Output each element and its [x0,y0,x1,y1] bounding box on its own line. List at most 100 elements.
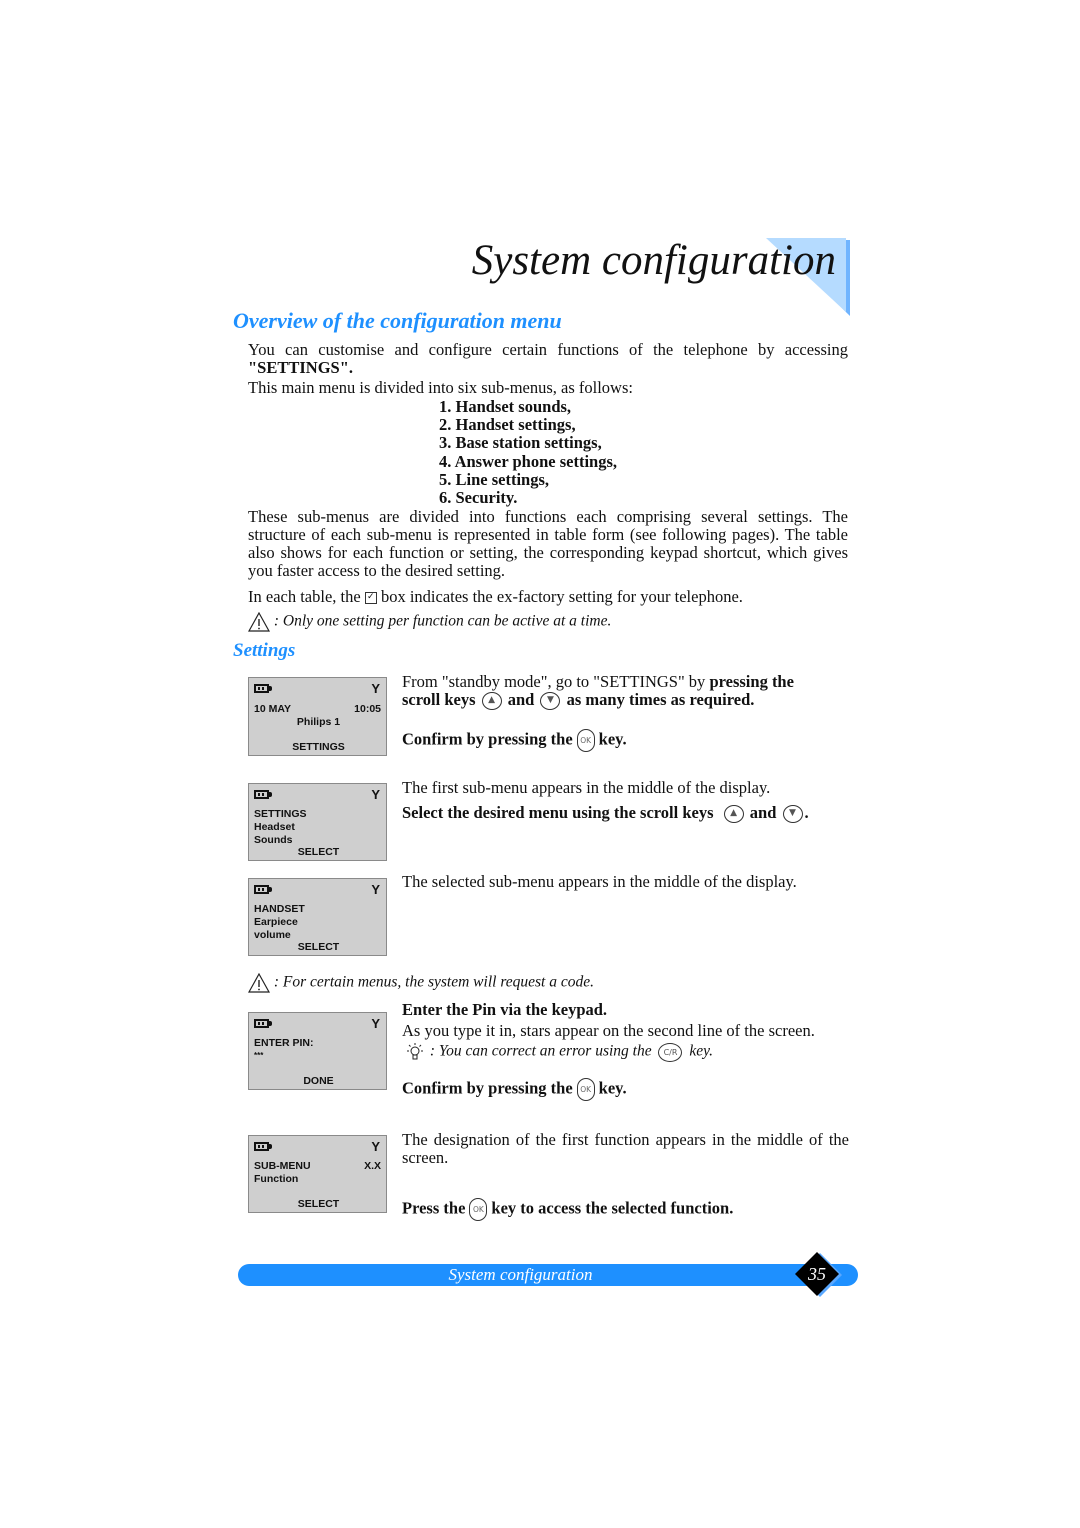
intro-paragraph: You can customise and configure certain … [248,341,848,377]
lcd-line-right: X.X [364,1160,381,1172]
lcd-enter-pin-screen: Y ENTER PIN: *** DONE [248,1012,387,1090]
lcd-pin-stars: *** [254,1051,264,1060]
step-text: Confirm by pressing the [402,1078,573,1098]
submenu-list: 1. Handset sounds, 2. Handset settings, … [439,397,618,508]
antenna-icon: Y [371,1139,380,1154]
battery-tip [269,792,272,797]
step-function-designation: The designation of the first function ap… [402,1130,849,1167]
note-code-text: : For certain menus, the system will req… [273,973,595,991]
lcd-softkey: SETTINGS [292,741,345,753]
lcd-standby-screen: Y 10 MAY 10:05 Philips 1 SETTINGS [248,677,387,756]
checked-box-icon: ✓ [364,592,377,605]
step-text: Select the desired menu using the scroll… [402,803,714,822]
step-text: key to access the selected function. [491,1198,734,1218]
battery-icon [254,684,269,693]
lcd-line: ENTER PIN: [254,1037,314,1049]
step-selected-submenu: The selected sub-menu appears in the mid… [402,872,797,891]
lcd-line: HANDSET [254,903,305,915]
step-text: Confirm by pressing the [402,729,573,749]
tip-text: : You can correct an error using the [429,1042,652,1060]
scroll-up-key-icon: ▲ [723,805,744,824]
pin-text: As you type it in, stars appear on the s… [402,1021,815,1040]
ok-key-icon: OK [576,1078,595,1101]
step-text: . [804,803,809,822]
step-text: as many times as required. [566,690,755,709]
lcd-handset-name: Philips 1 [296,716,341,728]
submenu-item: 6. Security. [439,488,518,508]
section-heading: Overview of the configuration menu [233,308,562,333]
scroll-up-key-icon: ▲ [481,692,502,711]
settings-heading: Settings [233,640,296,661]
battery-tip [269,887,272,892]
step-text: key. [598,729,627,749]
step-confirm-2: Confirm by pressing the OK key. [402,1078,852,1101]
submenu-item: 4. Answer phone settings, [439,451,618,471]
lcd-softkey: DONE [303,1075,334,1087]
step-text-bold: pressing the [709,672,794,691]
clear-key-icon: C/R [658,1042,683,1062]
lcd-time: 10:05 [354,703,381,715]
scroll-down-key-icon: ▼ [782,805,803,824]
checkbox-text-after: box indicates the ex-factory setting for… [380,587,743,606]
step-text: and [507,690,535,709]
lcd-line: SUB-MENU [254,1160,311,1172]
step-standby: From "standby mode", go to "SETTINGS" by… [402,673,852,691]
antenna-icon: Y [371,882,380,897]
intro-line-2: This main menu is divided into six sub-m… [248,378,633,397]
scroll-down-key-icon: ▼ [540,692,561,711]
submenu-item: 2. Handset settings, [439,415,576,435]
step-select-menu: Select the desired menu using the scroll… [402,803,857,824]
warning-icon [248,612,270,632]
lcd-line: Earpiece [254,916,298,928]
lcd-softkey: SELECT [297,846,340,858]
structure-paragraph: These sub-menus are divided into functio… [248,507,848,580]
battery-tip [269,686,272,691]
step-text: From "standby mode", go to "SETTINGS" by [402,672,706,691]
battery-icon [254,1142,269,1151]
note-code: : For certain menus, the system will req… [248,973,848,993]
note-one-setting-text: : Only one setting per function can be a… [273,612,612,630]
battery-icon [254,790,269,799]
page-number: 35 [807,1264,826,1284]
tip-correct-error: : You can correct an error using the C/R… [404,1042,854,1062]
step-text: scroll keys [402,690,476,709]
page-title: System configuration [471,237,836,284]
lcd-line: SETTINGS [254,808,307,820]
submenu-item: 1. Handset sounds, [439,397,572,416]
lcd-line: Headset [254,821,295,833]
lcd-softkey: SELECT [297,941,340,953]
step-press-ok: Press the OK key to access the selected fu… [402,1198,852,1221]
intro-line-1: You can customise and configure certain … [248,340,848,359]
battery-icon [254,1019,269,1028]
lightbulb-tip-icon [407,1043,423,1060]
page-number-badge: 35 [795,1252,842,1297]
lcd-softkey: SELECT [297,1198,340,1210]
step-first-submenu: The first sub-menu appears in the middle… [402,778,771,797]
step-scroll-keys: scroll keys ▲ and ▼ as many times as req… [402,690,852,711]
lcd-date: 10 MAY [254,703,291,715]
step-confirm-1: Confirm by pressing the OK key. [402,729,852,752]
lcd-submenu-screen: Y SUB-MENU X.X Function SELECT [248,1135,387,1213]
battery-icon [254,885,269,894]
intro-settings-keyword: "SETTINGS". [248,358,353,377]
submenu-item: 5. Line settings, [439,469,550,489]
tip-text: key. [689,1042,714,1060]
lcd-line: Sounds [254,834,293,846]
step-text: and [749,803,777,822]
footer-title: System configuration [448,1265,593,1284]
lcd-line: Function [254,1173,299,1185]
checkbox-text-before: In each table, the [248,587,361,606]
step-text: key. [598,1078,627,1098]
battery-tip [269,1021,272,1026]
note-one-setting: : Only one setting per function can be a… [248,612,848,632]
lcd-handset-screen: Y HANDSET Earpiece volume SELECT [248,878,387,956]
ok-key-icon: OK [469,1198,488,1221]
battery-tip [269,1144,272,1149]
lcd-line: volume [254,929,291,941]
antenna-icon: Y [371,1016,380,1031]
antenna-icon: Y [371,681,380,696]
pin-heading: Enter the Pin via the keypad. [402,1000,608,1019]
checkbox-paragraph: In each table, the ✓ box indicates the e… [248,588,848,606]
ok-key-icon: OK [576,729,595,752]
lcd-settings-screen: Y SETTINGS Headset Sounds SELECT [248,783,387,861]
